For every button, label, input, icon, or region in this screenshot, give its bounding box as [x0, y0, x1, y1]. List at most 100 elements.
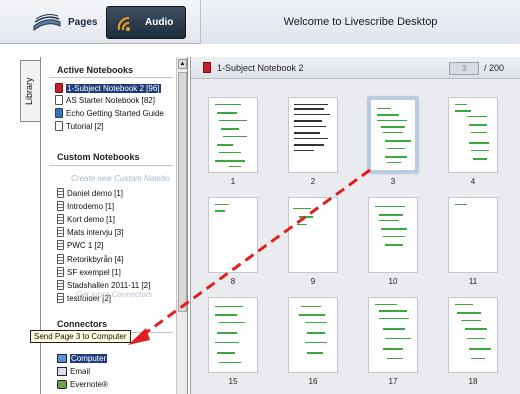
notebook-label: Introdemo [1] — [67, 201, 115, 211]
red-notebook-icon — [55, 83, 63, 93]
handwriting-stroke — [471, 132, 487, 133]
handwriting-stroke — [473, 158, 487, 160]
connector-evernote[interactable]: Evernote® — [57, 378, 108, 390]
handwriting-stroke — [379, 220, 399, 221]
page-thumbnail[interactable] — [368, 297, 418, 373]
handwriting-stroke — [215, 210, 225, 212]
red-notebook-icon — [203, 62, 211, 73]
page-thumbnail[interactable] — [368, 97, 418, 173]
page-thumbnail[interactable] — [208, 197, 258, 273]
section-divider — [49, 77, 173, 78]
notebook-item-1-subject[interactable]: 1-Subject Notebook 2 [96] — [55, 82, 161, 94]
handwriting-stroke — [471, 150, 489, 151]
notebook-item-echo-guide[interactable]: Echo Getting Started Guide — [55, 107, 164, 119]
page-total: / 200 — [484, 63, 505, 73]
create-custom-notebook-link[interactable]: Create new Custom Notebo — [71, 174, 170, 183]
computer-icon — [57, 353, 67, 363]
handwriting-stroke — [467, 338, 485, 339]
notebook-icon — [57, 188, 64, 198]
sidebar-scrollbar[interactable]: ▲ — [176, 57, 187, 394]
send-to-tooltip: Send Page 3 to Computer — [30, 330, 131, 343]
handwriting-stroke — [215, 204, 229, 205]
notebook-icon — [57, 214, 64, 224]
get-more-connectors-link[interactable]: Get more Connectors — [76, 290, 152, 299]
notebook-item-tutorial[interactable]: Tutorial [2] — [55, 120, 104, 132]
handwriting-stroke — [385, 140, 411, 142]
handwriting-stroke — [469, 348, 491, 350]
handwriting-stroke — [217, 112, 237, 114]
page-thumbnail[interactable] — [448, 97, 498, 173]
handwriting-stroke — [377, 114, 399, 116]
handwriting-stroke — [294, 104, 328, 105]
handwriting-stroke — [294, 150, 314, 151]
handwriting-stroke — [383, 236, 405, 237]
custom-notebook-item[interactable]: Kort demo [1] — [57, 213, 115, 225]
notebook-label: Stadshallen 2011-11 [2] — [67, 280, 151, 290]
handwriting-stroke — [381, 126, 405, 128]
custom-notebook-item[interactable]: Introdemo [1] — [57, 200, 114, 212]
tab-audio[interactable]: Audio — [106, 6, 186, 39]
handwriting-stroke — [294, 114, 330, 115]
handwriting-stroke — [293, 208, 311, 209]
handwriting-stroke — [379, 214, 403, 216]
page-number-label: 17 — [388, 377, 398, 386]
library-side-tab[interactable]: Library — [20, 60, 40, 122]
notebook-label: Echo Getting Started Guide — [66, 108, 164, 118]
handwriting-stroke — [383, 348, 403, 350]
handwriting-stroke — [379, 318, 409, 319]
page-thumbnail[interactable] — [288, 97, 338, 173]
handwriting-stroke — [215, 314, 237, 316]
scroll-up-icon[interactable]: ▲ — [178, 59, 187, 69]
notebook-icon — [57, 293, 64, 303]
notebook-item-as-starter[interactable]: AS Starter Notebook [82] — [55, 94, 155, 106]
handwriting-stroke — [217, 332, 237, 334]
page-thumbnail[interactable] — [208, 297, 258, 373]
custom-notebook-item[interactable]: Retorikbyrån [4] — [57, 253, 123, 265]
custom-notebook-item[interactable]: Mats intervju [3] — [57, 226, 123, 238]
page-number-label: 3 — [390, 177, 396, 186]
custom-notebook-item[interactable]: PWC 1 [2] — [57, 239, 103, 251]
handwriting-stroke — [215, 104, 241, 105]
scroll-thumb[interactable] — [178, 72, 187, 312]
handwriting-stroke — [294, 108, 324, 110]
notebook-label: Daniel demo [1] — [67, 188, 124, 198]
notebook-icon — [57, 267, 64, 277]
connector-email[interactable]: Email — [57, 365, 90, 377]
notebook-icon — [57, 227, 64, 237]
page-number-label: 1 — [230, 177, 236, 186]
custom-notebook-item[interactable]: Daniel demo [1] — [57, 187, 123, 199]
email-icon — [57, 366, 67, 376]
page-thumbnail[interactable] — [448, 297, 498, 373]
audio-waves-icon — [117, 16, 130, 31]
handwriting-stroke — [455, 110, 471, 112]
page-thumbnail[interactable] — [288, 197, 338, 273]
handwriting-stroke — [385, 244, 403, 246]
tab-pages[interactable]: Pages — [24, 6, 106, 39]
page-number-input[interactable]: 3 — [449, 62, 479, 75]
handwriting-stroke — [469, 124, 487, 126]
handwriting-stroke — [229, 166, 241, 167]
page-thumbnail[interactable] — [448, 197, 498, 273]
handwriting-stroke — [299, 314, 325, 316]
document-icon — [55, 121, 63, 131]
page-thumbnail[interactable] — [208, 97, 258, 173]
connector-computer[interactable]: Computer — [57, 352, 108, 364]
connectors-heading: Connectors — [57, 319, 108, 329]
page-thumbnail[interactable] — [368, 197, 418, 273]
handwriting-stroke — [307, 352, 323, 354]
handwriting-stroke — [455, 304, 473, 305]
handwriting-stroke — [305, 342, 327, 343]
handwriting-stroke — [215, 342, 239, 343]
handwriting-stroke — [301, 306, 321, 307]
page-thumbnail[interactable] — [288, 297, 338, 373]
notebook-icon — [57, 254, 64, 264]
handwriting-stroke — [294, 144, 324, 146]
handwriting-stroke — [294, 138, 328, 139]
handwriting-stroke — [383, 328, 405, 330]
notebook-label: AS Starter Notebook [82] — [66, 95, 155, 105]
handwriting-stroke — [215, 306, 243, 307]
custom-notebook-item[interactable]: SF exempel [1] — [57, 266, 121, 278]
evernote-icon — [57, 379, 67, 389]
handwriting-stroke — [455, 104, 467, 105]
handwriting-stroke — [294, 126, 326, 127]
